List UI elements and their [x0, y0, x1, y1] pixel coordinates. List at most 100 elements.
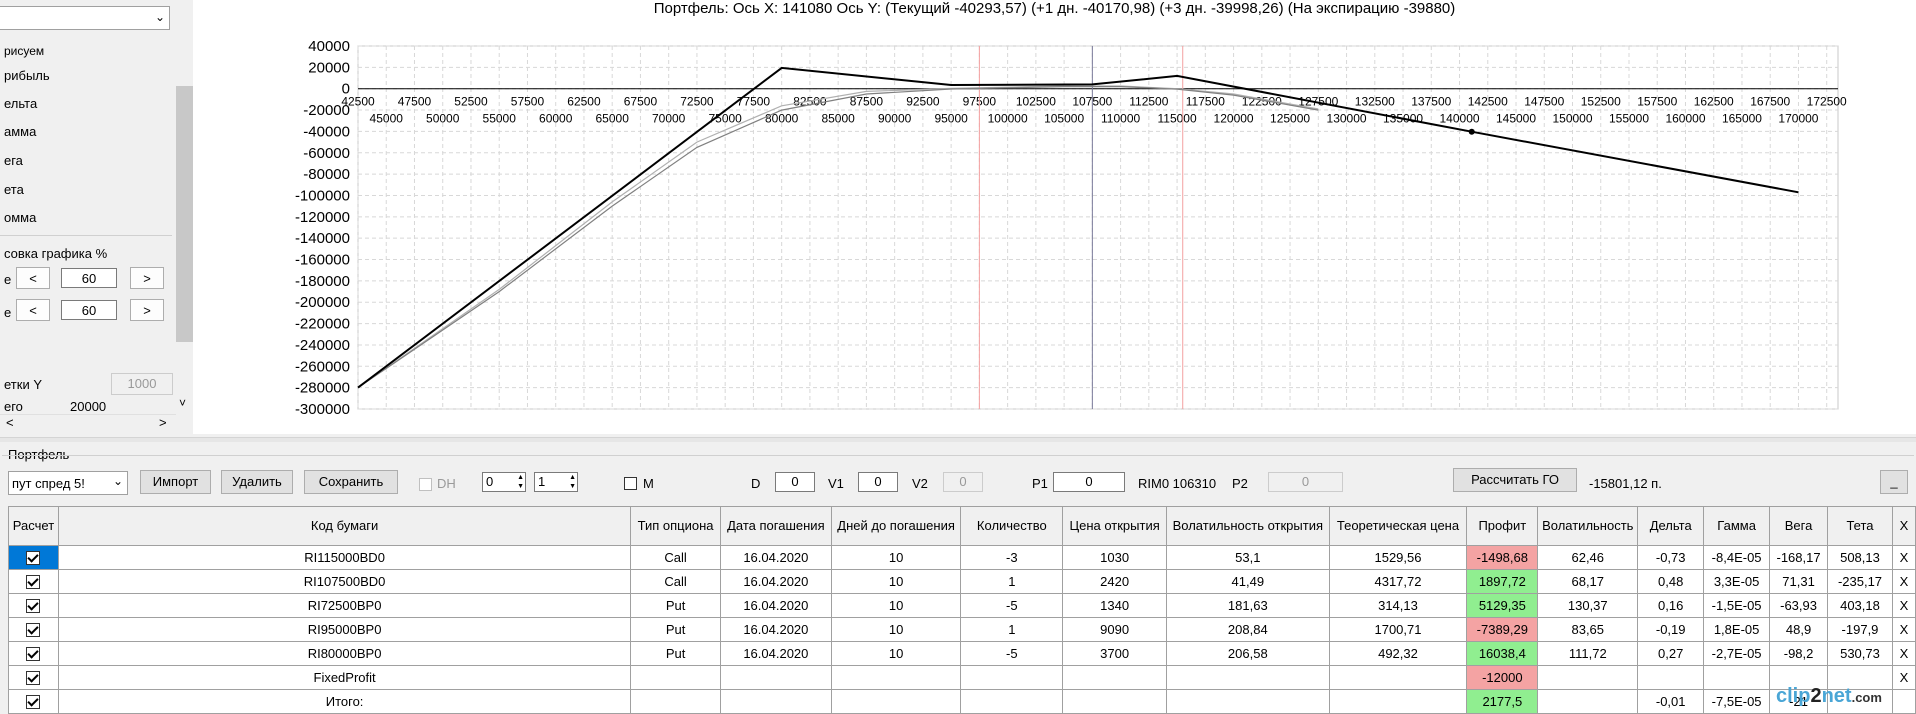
save-button[interactable]: Сохранить [304, 470, 398, 494]
vertical-scrollbar-thumb[interactable] [176, 86, 193, 342]
header-open-vol[interactable]: Волатильность открытия [1166, 506, 1330, 546]
portfolio-combo[interactable]: пут спред 5! ⌄ [8, 471, 128, 495]
grid-y-input[interactable]: 1000 [111, 373, 173, 395]
mode-combo[interactable]: ⌄ [0, 6, 170, 30]
cell-delete[interactable]: X [1891, 641, 1916, 666]
header-code[interactable]: Код бумаги [57, 506, 632, 546]
table-row[interactable]: RI95000BP0 Put 16.04.2020 10 1 9090 208,84 1700… [8, 617, 1916, 642]
scale2-increase-button[interactable]: > [130, 299, 164, 321]
calc-checkbox-cell[interactable] [8, 569, 59, 594]
chart-item-theta[interactable]: ета [4, 182, 24, 197]
scroll-right-icon[interactable]: > [159, 415, 167, 430]
calc-checkbox[interactable] [26, 551, 41, 566]
x-tick-label: 52500 [454, 95, 488, 109]
profit-chart[interactable]: 40000200000-20000-40000-60000-80000-1000… [193, 0, 1916, 434]
table-row[interactable]: RI72500BP0 Put 16.04.2020 10 -5 1340 181,63 314… [8, 593, 1916, 618]
header-calc[interactable]: Расчет [8, 506, 59, 546]
cell-theta: 403,18 [1827, 593, 1893, 618]
spin1-input[interactable]: 0 ▲ ▼ [482, 472, 526, 492]
calc-checkbox-cell[interactable] [8, 593, 59, 618]
calc-checkbox-cell[interactable] [8, 641, 59, 666]
table-row[interactable]: RI107500BD0 Call 16.04.2020 10 1 2420 41,49 431… [8, 569, 1916, 594]
table-row[interactable]: Итого: 2177,5 -0,01 -7,5E-05 -21 [8, 689, 1916, 714]
chart-item-gamma[interactable]: амма [4, 124, 36, 139]
calc-checkbox-cell[interactable] [8, 617, 59, 642]
x-tick-label: 125000 [1270, 112, 1310, 126]
header-days[interactable]: Дней до погашения [830, 506, 962, 546]
cell-delete[interactable]: X [1891, 665, 1916, 690]
scale1-decrease-button[interactable]: < [16, 267, 50, 289]
profit-chart-area[interactable]: Портфель: Ось X: 141080 Ось Y: (Текущий … [193, 0, 1916, 434]
v1-input[interactable]: 0 [858, 472, 898, 492]
header-theo-price[interactable]: Теоретическая цена [1328, 506, 1468, 546]
cell-profit: -1498,68 [1466, 545, 1539, 570]
calc-checkbox[interactable] [26, 671, 41, 686]
table-row[interactable]: RI115000BD0 Call 16.04.2020 10 -3 1030 53,1 152… [8, 545, 1916, 570]
header-delete[interactable]: X [1891, 506, 1916, 546]
cell-code: FixedProfit [57, 665, 632, 690]
header-type[interactable]: Тип опциона [630, 506, 721, 546]
spin-arrows-icon[interactable]: ▲ ▼ [517, 473, 524, 491]
calc-checkbox[interactable] [26, 575, 41, 590]
calc-checkbox-cell[interactable] [8, 665, 59, 690]
import-button[interactable]: Импорт [140, 470, 211, 494]
splitter[interactable] [0, 437, 1916, 442]
chart-item-draw[interactable]: рисуем [4, 44, 44, 58]
watermark-part1: clip [1776, 685, 1811, 707]
calc-checkbox[interactable] [26, 623, 41, 638]
header-vega[interactable]: Вега [1769, 506, 1829, 546]
calc-checkbox[interactable] [26, 647, 41, 662]
calc-checkbox[interactable] [26, 695, 41, 710]
calc-checkbox-cell[interactable] [8, 689, 59, 714]
horizontal-scrollbar[interactable]: < > [0, 414, 176, 432]
chevron-down-icon[interactable]: ˅ [179, 396, 186, 410]
cell-delete[interactable] [1891, 689, 1916, 714]
table-row[interactable]: RI80000BP0 Put 16.04.2020 10 -5 3700 206,58 492… [8, 641, 1916, 666]
calc-checkbox[interactable] [26, 599, 41, 614]
cell-code: RI72500BP0 [57, 593, 632, 618]
spin-arrows-icon[interactable]: ▲ ▼ [569, 473, 576, 491]
scale-row2-label: е [4, 305, 12, 320]
cell-gamma: 1,8E-05 [1703, 617, 1771, 642]
p1-input[interactable]: 0 [1053, 472, 1125, 492]
chart-item-vega[interactable]: ега [4, 153, 23, 168]
cell-delete[interactable]: X [1891, 617, 1916, 642]
header-profit[interactable]: Профит [1466, 506, 1539, 546]
table-row[interactable]: FixedProfit -12000 X [8, 665, 1916, 690]
header-delta[interactable]: Дельта [1637, 506, 1705, 546]
header-open-price[interactable]: Цена открытия [1062, 506, 1167, 546]
minimize-button[interactable]: _ [1880, 470, 1908, 494]
cell-expiry [719, 689, 832, 714]
m-checkbox[interactable] [624, 477, 637, 490]
dh-checkbox[interactable] [419, 478, 432, 491]
header-vol[interactable]: Волатильность [1537, 506, 1639, 546]
scale1-value[interactable]: 60 [61, 268, 117, 288]
x-tick-label: 65000 [596, 112, 630, 126]
spin2-input[interactable]: 1 ▲ ▼ [534, 472, 578, 492]
header-qty[interactable]: Количество [960, 506, 1064, 546]
go-value: -15801,12 п. [1589, 476, 1662, 491]
calc-checkbox-cell[interactable] [8, 545, 59, 570]
header-gamma[interactable]: Гамма [1703, 506, 1771, 546]
p2-input[interactable]: 0 [1268, 472, 1343, 492]
y-tick-label: -140000 [295, 230, 350, 247]
header-expiry[interactable]: Дата погашения [719, 506, 832, 546]
scale2-value[interactable]: 60 [61, 300, 117, 320]
scale1-increase-button[interactable]: > [130, 267, 164, 289]
chart-item-vomma[interactable]: омма [4, 210, 36, 225]
calculate-go-button[interactable]: Рассчитать ГО [1453, 468, 1577, 492]
cell-delete[interactable]: X [1891, 593, 1916, 618]
cell-delete[interactable]: X [1891, 545, 1916, 570]
scale2-decrease-button[interactable]: < [16, 299, 50, 321]
v2-input[interactable]: 0 [943, 472, 983, 492]
delete-button[interactable]: Удалить [221, 470, 293, 494]
chart-item-profit[interactable]: рибыль [4, 68, 50, 83]
x-tick-label: 132500 [1355, 95, 1395, 109]
chevron-down-icon: ⌄ [112, 474, 123, 488]
cell-vega: -98,2 [1769, 641, 1829, 666]
header-theta[interactable]: Тета [1827, 506, 1893, 546]
scroll-left-icon[interactable]: < [6, 415, 14, 430]
chart-item-delta[interactable]: ельта [4, 96, 37, 111]
d-input[interactable]: 0 [775, 472, 815, 492]
cell-delete[interactable]: X [1891, 569, 1916, 594]
